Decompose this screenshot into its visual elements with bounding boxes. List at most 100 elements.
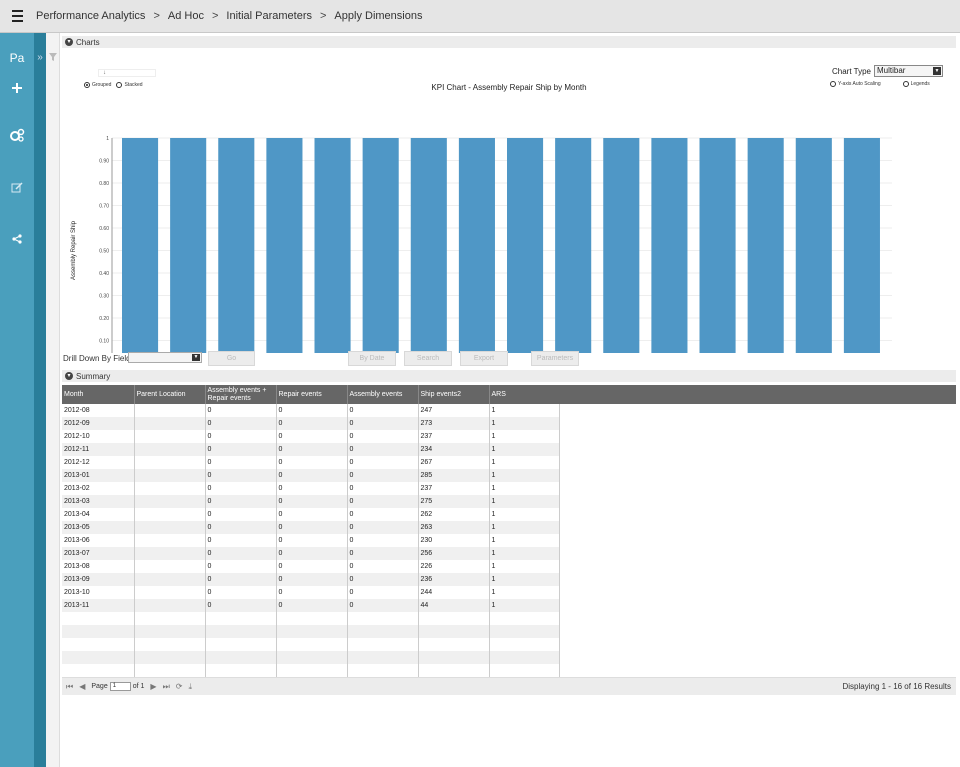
table-cell: 0 xyxy=(276,417,348,430)
table-cell: 2012-08 xyxy=(62,404,135,417)
table-row[interactable]: 2013-09 0 0 0 236 1 xyxy=(62,573,560,586)
bar-2013-09 xyxy=(747,138,784,353)
table-cell xyxy=(134,521,206,534)
table-row[interactable]: 2013-01 0 0 0 285 1 xyxy=(62,469,560,482)
table-cell: 0 xyxy=(205,482,277,495)
table-cell: 1 xyxy=(489,430,560,443)
table-cell xyxy=(276,664,348,677)
page-select[interactable]: 1 xyxy=(109,682,131,691)
by-date-button[interactable]: By Date xyxy=(348,351,396,366)
table-cell: 0 xyxy=(276,495,348,508)
table-row[interactable]: 2013-07 0 0 0 256 1 xyxy=(62,547,560,560)
table-cell xyxy=(489,664,560,677)
y-tick-label: 0.40 xyxy=(99,271,109,277)
summary-table: Month Parent Location Assembly events + … xyxy=(62,385,956,677)
table-cell: 0 xyxy=(205,560,277,573)
table-row[interactable] xyxy=(62,664,560,677)
gears-icon[interactable] xyxy=(0,128,34,182)
table-cell: 2013-04 xyxy=(62,508,135,521)
table-cell xyxy=(205,651,277,664)
menu-icon[interactable] xyxy=(0,0,34,33)
table-row[interactable]: 2012-12 0 0 0 267 1 xyxy=(62,456,560,469)
column-header-assembly-repair-events[interactable]: Assembly events + Repair events xyxy=(205,385,277,404)
y-tick-label: 1 xyxy=(106,136,109,142)
last-page-icon[interactable]: ⏭ xyxy=(163,682,170,692)
table-cell xyxy=(134,638,206,651)
table-row[interactable]: 2013-08 0 0 0 226 1 xyxy=(62,560,560,573)
table-cell: 0 xyxy=(205,456,277,469)
first-page-icon[interactable]: ⏮ xyxy=(66,682,73,692)
drill-down-label: Drill Down By Field xyxy=(63,354,131,363)
top-bar: Performance Analytics > Ad Hoc > Initial… xyxy=(0,0,960,33)
column-header-assembly-events[interactable]: Assembly events xyxy=(347,385,419,404)
table-cell: 0 xyxy=(347,456,419,469)
breadcrumb-performance-analytics[interactable]: Performance Analytics xyxy=(36,10,145,22)
table-row[interactable]: 2013-02 0 0 0 237 1 xyxy=(62,482,560,495)
table-cell xyxy=(276,612,348,625)
table-cell xyxy=(134,456,206,469)
column-header-parent-location[interactable]: Parent Location xyxy=(134,385,206,404)
filter-icon[interactable] xyxy=(46,33,59,63)
next-page-icon[interactable]: ▶ xyxy=(150,682,156,691)
table-cell xyxy=(347,612,419,625)
table-cell: 1 xyxy=(489,586,560,599)
table-row[interactable]: 2012-08 0 0 0 247 1 xyxy=(62,404,560,417)
charts-panel-header[interactable]: ▾ Charts xyxy=(62,36,956,48)
table-row[interactable]: 2012-10 0 0 0 237 1 xyxy=(62,430,560,443)
table-cell: 263 xyxy=(418,521,490,534)
breadcrumb-initial-parameters[interactable]: Initial Parameters xyxy=(226,10,312,22)
table-cell xyxy=(205,625,277,638)
parameters-button[interactable]: Parameters xyxy=(531,351,579,366)
search-button[interactable]: Search xyxy=(404,351,452,366)
share-icon[interactable] xyxy=(0,234,34,246)
table-row[interactable] xyxy=(62,625,560,638)
table-cell: 1 xyxy=(489,443,560,456)
go-button[interactable]: Go xyxy=(208,351,255,366)
y-tick-label: 0.30 xyxy=(99,294,109,300)
edit-icon[interactable] xyxy=(0,182,34,234)
table-row[interactable]: 2012-11 0 0 0 234 1 xyxy=(62,443,560,456)
column-header-ars[interactable]: ARS xyxy=(489,385,560,404)
table-cell xyxy=(134,508,206,521)
add-icon[interactable] xyxy=(0,82,34,128)
refresh-icon[interactable]: ⟳ xyxy=(176,682,183,691)
download-icon[interactable]: ⤓ xyxy=(188,682,192,692)
table-row[interactable] xyxy=(62,612,560,625)
table-row[interactable]: 2013-06 0 0 0 230 1 xyxy=(62,534,560,547)
table-row[interactable] xyxy=(62,651,560,664)
prev-page-icon[interactable]: ◀ xyxy=(79,682,85,691)
collapse-icon[interactable]: ▾ xyxy=(65,38,73,46)
drill-down-select[interactable]: ▼ xyxy=(128,352,202,363)
table-cell xyxy=(276,638,348,651)
summary-panel-header[interactable]: ▾ Summary xyxy=(62,370,956,382)
table-row[interactable] xyxy=(62,638,560,651)
table-row[interactable]: 2013-03 0 0 0 275 1 xyxy=(62,495,560,508)
table-row[interactable]: 2013-10 0 0 0 244 1 xyxy=(62,586,560,599)
table-cell: 0 xyxy=(205,534,277,547)
table-row[interactable]: 2013-04 0 0 0 262 1 xyxy=(62,508,560,521)
table-cell: 2012-09 xyxy=(62,417,135,430)
table-cell: 1 xyxy=(489,508,560,521)
bar-2012-08 xyxy=(122,138,159,353)
column-header-ship-events2[interactable]: Ship events2 xyxy=(418,385,490,404)
table-cell xyxy=(134,430,206,443)
table-cell: 0 xyxy=(347,495,419,508)
expand-chevron-icon[interactable]: » xyxy=(34,33,46,63)
table-row[interactable]: 2012-09 0 0 0 273 1 xyxy=(62,417,560,430)
table-cell xyxy=(134,573,206,586)
table-row[interactable]: 2013-11 0 0 0 44 1 xyxy=(62,599,560,612)
table-cell: 0 xyxy=(276,456,348,469)
table-cell: 0 xyxy=(347,534,419,547)
table-cell: 1 xyxy=(489,417,560,430)
column-header-month[interactable]: Month xyxy=(62,385,135,404)
table-row[interactable]: 2013-05 0 0 0 263 1 xyxy=(62,521,560,534)
breadcrumb-apply-dimensions[interactable]: Apply Dimensions xyxy=(334,10,422,22)
app-logo[interactable]: Pa xyxy=(0,33,34,77)
table-cell xyxy=(62,625,135,638)
column-header-repair-events[interactable]: Repair events xyxy=(276,385,348,404)
collapse-icon[interactable]: ▾ xyxy=(65,372,73,380)
table-cell xyxy=(134,443,206,456)
breadcrumb-ad-hoc[interactable]: Ad Hoc xyxy=(168,10,204,22)
y-tick-label: 0.20 xyxy=(99,316,109,322)
export-button[interactable]: Export xyxy=(460,351,508,366)
